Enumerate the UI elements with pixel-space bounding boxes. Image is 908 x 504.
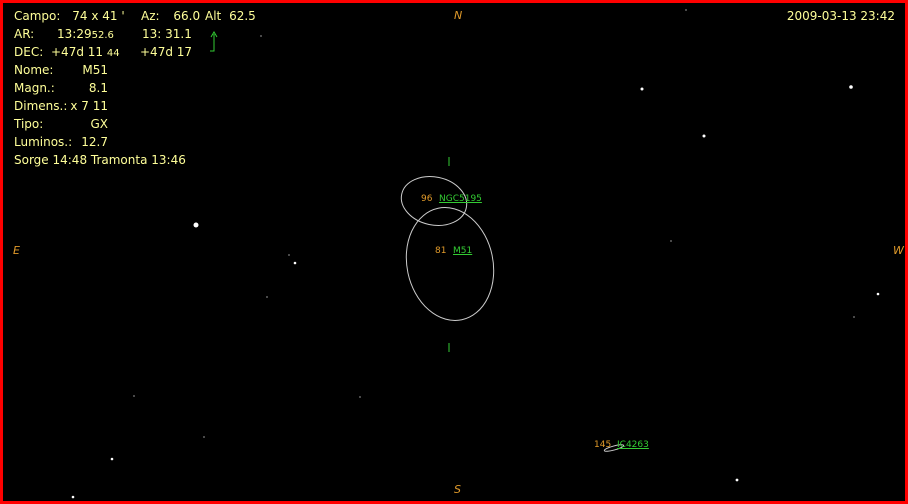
nome-label: Nome:: [14, 63, 54, 77]
object-label-ngc5195[interactable]: NGC5195: [439, 194, 482, 204]
ar-current: 13: 31.1: [142, 27, 192, 41]
star: [293, 261, 297, 265]
magn-label: Magn.:: [14, 81, 55, 95]
star: [260, 35, 262, 37]
up-arrow-icon: [210, 31, 218, 52]
dec-label: DEC:: [14, 45, 44, 59]
lumin-label: Luminos.:: [14, 135, 73, 149]
galaxy-ellipse-m51[interactable]: [396, 199, 504, 328]
star: [266, 296, 268, 298]
lumin-value: 12.7: [81, 135, 108, 149]
tipo-value: GX: [90, 117, 108, 131]
dec-small: 44: [106, 48, 120, 59]
star: [640, 87, 644, 91]
ar-main: 13:29: [57, 27, 92, 41]
object-label-m51[interactable]: M51: [453, 246, 472, 256]
compass-west: W: [893, 244, 904, 257]
star: [853, 316, 855, 318]
star: [71, 495, 75, 499]
azimuth: Az: 66.0: [141, 9, 200, 23]
dec-current: +47d 17: [140, 45, 193, 59]
star: [359, 396, 361, 398]
dimens-label: Dimens.:: [14, 99, 68, 113]
compass-south: S: [454, 483, 461, 496]
star: [193, 222, 199, 228]
field-of-view: Campo: 74 x 41 ': [14, 9, 125, 23]
datetime: 2009-03-13 23:42: [786, 9, 895, 23]
star: [849, 85, 853, 89]
object-number-ngc5195: 96: [421, 194, 433, 204]
star: [702, 134, 706, 138]
compass-east: E: [13, 244, 20, 257]
alt-value: 62.5: [229, 9, 256, 23]
dec-main: +47d 11: [51, 45, 104, 59]
alt-label: Alt: [205, 9, 222, 23]
ar-small: 52.6: [91, 30, 114, 41]
altitude: Alt 62.5: [205, 9, 256, 23]
star: [735, 478, 739, 482]
star: [670, 240, 672, 242]
ar-value: 13:2952.6: [57, 27, 114, 43]
object-number-ic4263: 145: [594, 440, 612, 450]
sky-map[interactable]: Campo: 74 x 41 ' Az: 66.0 Alt 62.5 2009-…: [0, 0, 908, 504]
tipo-label: Tipo:: [14, 117, 44, 131]
az-label: Az:: [141, 9, 160, 23]
object-number-m51: 81: [435, 246, 447, 256]
campo-value: 74 x 41 ': [72, 9, 125, 23]
star: [133, 395, 135, 397]
dec-value: +47d 11 44: [51, 45, 120, 61]
object-label-ic4263[interactable]: IC4263: [617, 440, 649, 450]
compass-north: N: [454, 9, 463, 22]
star: [685, 9, 687, 11]
nome-value: M51: [82, 63, 108, 77]
star: [876, 292, 880, 296]
az-value: 66.0: [173, 9, 201, 23]
star: [110, 457, 114, 461]
star: [288, 254, 290, 256]
stars: [71, 9, 880, 499]
rise-set: Sorge 14:48 Tramonta 13:46: [14, 153, 186, 167]
dimens-value: 11 x 7: [70, 99, 108, 113]
magn-value: 8.1: [88, 81, 108, 95]
star: [203, 436, 205, 438]
campo-label: Campo:: [14, 9, 61, 23]
ar-label: AR:: [14, 27, 35, 41]
